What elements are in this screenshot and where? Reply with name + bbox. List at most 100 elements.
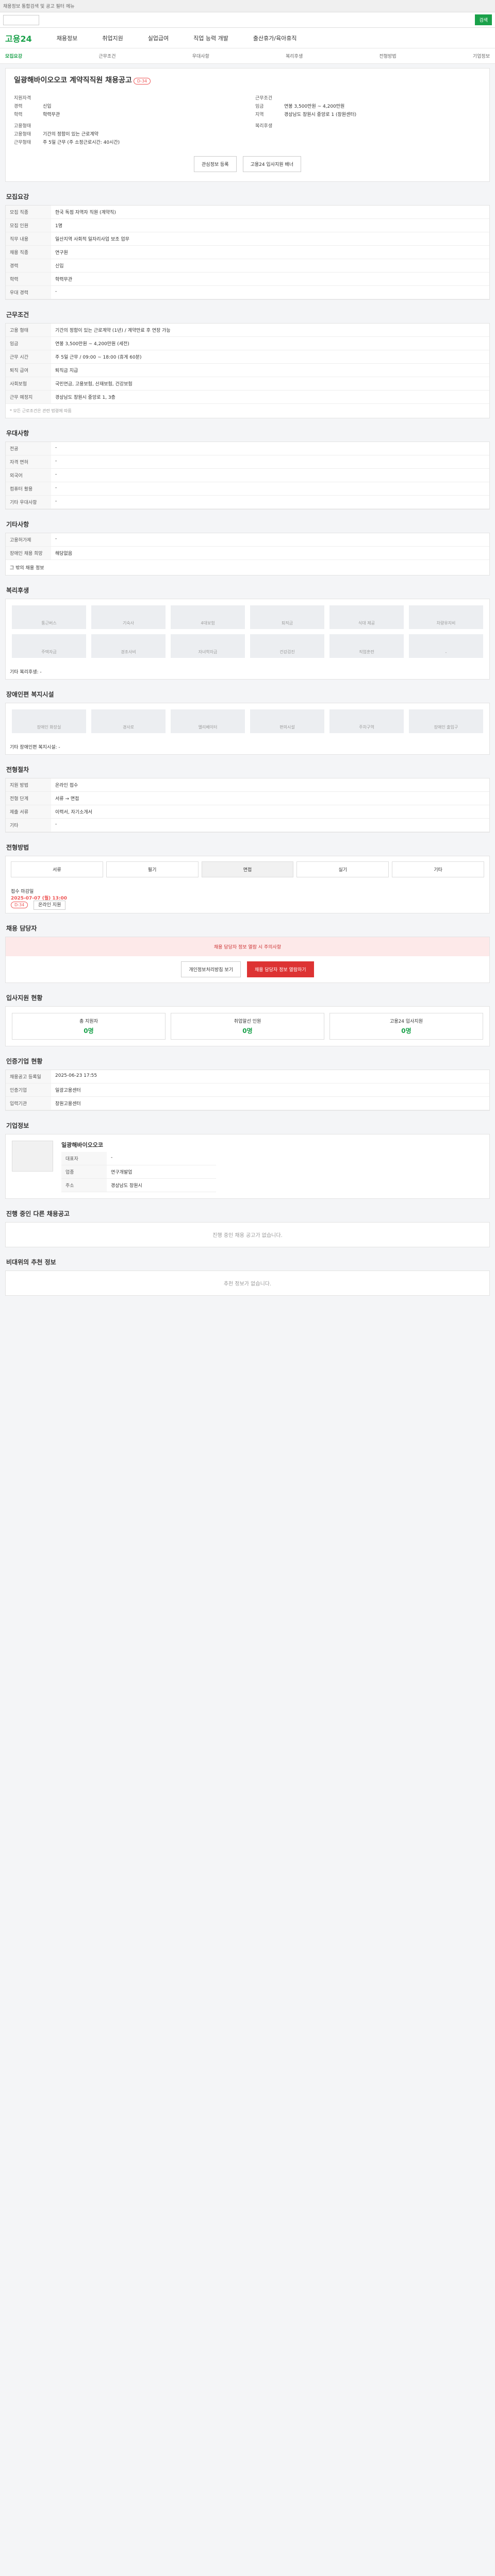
row-value: - <box>107 1152 216 1165</box>
logo[interactable]: 고용24 <box>5 32 32 44</box>
table-row: 임금 연봉 3,500만원 ~ 4,200만원 (세전) <box>6 336 489 350</box>
process-step: 면접 <box>201 861 294 877</box>
row-label: 기타 <box>6 818 51 832</box>
gnb-item[interactable]: 실업급여 <box>148 34 169 42</box>
row-label: 컴퓨터 활용 <box>6 482 51 496</box>
welfare-item: - <box>409 634 483 658</box>
deadline-date: 2025-07-07 (월) 13:00 <box>11 896 67 901</box>
disab-item: 편의시설 <box>250 709 324 733</box>
gnb-item[interactable]: 취업지원 <box>102 34 123 42</box>
etc-table: 고용허가제 - 장애인 채용 희망 해당없음 그 밖의 채용 정보 <box>5 533 490 575</box>
corp-card: 일광해바이오오코 대표자 - 업종 연구개발업 주소 경상남도 창원시 <box>5 1134 490 1199</box>
row-value: 경상남도 창원시 중앙로 1, 3층 <box>51 390 489 404</box>
row-value: 연봉 3,500만원 ~ 4,200만원 (세전) <box>51 336 489 350</box>
nearby-title: 비대위의 추천 정보 <box>6 1259 56 1266</box>
row-value: - <box>51 442 489 455</box>
search-button[interactable]: 검색 <box>475 14 492 25</box>
tab-recruit[interactable]: 모집요강 <box>5 53 22 59</box>
gnb-item[interactable]: 출산휴가/육아휴직 <box>253 34 297 42</box>
row-label: 전형 단계 <box>6 791 51 805</box>
rel-title: 진행 중인 다른 채용공고 <box>6 1210 70 1217</box>
mgr-title: 채용 담당자 <box>6 925 37 932</box>
table-row: 지원 방법 온라인 접수 <box>6 778 489 792</box>
row-label: 외국어 <box>6 468 51 482</box>
row-label: 근무 시간 <box>6 350 51 364</box>
row-value: - <box>51 533 489 547</box>
company-name: 일광해바이오오코 <box>61 1142 103 1148</box>
favorite-button[interactable]: 관심정보 등록 <box>194 156 237 172</box>
stat-label: 취업알선 인원 <box>234 1019 261 1024</box>
overview-value: 경상남도 창원시 중앙로 1 (창원센터) <box>284 112 357 117</box>
search-select[interactable] <box>3 14 39 25</box>
tab-work[interactable]: 근무조건 <box>98 53 116 59</box>
table-row: 자격 면허 - <box>6 455 489 469</box>
row-label: 고용 형태 <box>6 324 51 337</box>
stat-box: 고용24 입사지원 0명 <box>329 1013 483 1040</box>
info-table: 채용공고 등록일 2025-06-23 17:55 인증기업 일광고용센터 입력기관 창원… <box>5 1070 490 1111</box>
row-value: - <box>51 818 489 832</box>
apply-banner-button[interactable]: 고용24 입사지원 배너 <box>242 156 301 172</box>
overview-item: 고용형태 기간의 정함이 있는 근로계약 <box>14 130 240 139</box>
overview-label: 경력 <box>14 104 23 109</box>
section-tabs: 모집요강 근무조건 우대사항 복리후생 전형방법 기업정보 <box>0 48 495 64</box>
table-row: 사회보험 국민연금, 고용보험, 산재보험, 건강보험 <box>6 377 489 391</box>
privacy-button[interactable]: 개인정보처리방침 보기 <box>181 961 241 977</box>
welfare-item: 기숙사 <box>91 605 166 629</box>
row-label: 업종 <box>61 1165 107 1179</box>
deadline-dday: D-34 <box>11 902 28 908</box>
disab-item: 엘리베이터 <box>171 709 245 733</box>
stat-box: 취업알선 인원 0명 <box>171 1013 324 1040</box>
welfare-item: 자녀학자금 <box>171 634 245 658</box>
global-nav: 고용24 채용정보 취업지원 실업급여 직업 능력 개발 출산휴가/육아휴직 <box>0 28 495 48</box>
table-row: 경력 신입 <box>6 259 489 273</box>
overview-value: 주 5일 근무 (주 소정근로시간: 40시간) <box>43 140 120 145</box>
row-label: 퇴직 급여 <box>6 363 51 377</box>
row-value: 주 5일 근무 / 09:00 ~ 18:00 (휴게 60분) <box>51 350 489 364</box>
disab-grid: 장애인 화장실 경사로 엘리베이터 편의시설 주차구역 장애인 출입구 기타 장애인편 복… <box>5 703 490 755</box>
row-value: 2025-06-23 17:55 <box>51 1070 489 1083</box>
proc-card: 서류 필기 면접 실기 기타 접수 마감일 2025-07-07 (월) 13:00 D… <box>5 856 490 913</box>
online-apply-button[interactable]: 온라인 지원 <box>34 901 66 910</box>
corp-title: 기업정보 <box>6 1122 29 1129</box>
table-row: 인증기업 일광고용센터 <box>6 1083 489 1097</box>
table-row: 학력 학력무관 <box>6 272 489 286</box>
row-value: 창원고용센터 <box>51 1096 489 1110</box>
row-value: 기간의 정함이 있는 근로계약 (1년) / 계약만료 후 연장 가능 <box>51 324 489 337</box>
gnb-item[interactable]: 채용정보 <box>57 34 77 42</box>
recruit-title: 모집요강 <box>6 193 29 200</box>
tab-welfare[interactable]: 복리후생 <box>286 53 303 59</box>
stat-value: 0명 <box>242 1027 253 1035</box>
fee-table: 지원 방법 온라인 접수 전형 단계 서류 → 면접 제출 서류 이력서, 자기소개서 기타… <box>5 778 490 833</box>
table-row: 컴퓨터 활용 - <box>6 482 489 496</box>
search-bar: 검색 <box>0 12 495 28</box>
row-value: 신입 <box>51 259 489 273</box>
tab-process[interactable]: 전형방법 <box>380 53 397 59</box>
row-label: 인증기업 <box>6 1083 51 1097</box>
table-row: 직무 내용 일산지역 사회적 일자리사업 보조 업무 <box>6 232 489 246</box>
job-title: 일광해바이오오코 계약직직원 채용공고 <box>14 76 132 84</box>
row-value: 한국 독점 자역자 직원 (계약직) <box>51 206 489 219</box>
row-value: 일산지역 사회적 일자리사업 보조 업무 <box>51 232 489 246</box>
welfare-item: 경조사비 <box>91 634 166 658</box>
row-value: 경상남도 창원시 <box>107 1178 216 1192</box>
welfare-grid: 통근버스 기숙사 4대보험 퇴직금 식대 제공 차량유지비 주택자금 경조사비 자녀학자금 건강검… <box>5 599 490 680</box>
row-label: 제출 서류 <box>6 805 51 819</box>
row-value: - <box>51 482 489 496</box>
table-row: 입력기관 창원고용센터 <box>6 1096 489 1110</box>
table-row: 전공 - <box>6 442 489 455</box>
welfare-title: 복리후생 <box>6 587 29 594</box>
row-value: 해당없음 <box>51 546 489 560</box>
row-value: 이력서, 자기소개서 <box>51 805 489 819</box>
overview-item: 고용형태 <box>14 122 240 130</box>
tab-pref[interactable]: 우대사항 <box>192 53 209 59</box>
mgr-info-button[interactable]: 채용 담당자 정보 열람하기 <box>247 961 314 977</box>
fee-title: 전형절차 <box>6 766 29 773</box>
dday-badge: D-34 <box>133 78 151 84</box>
gnb-item[interactable]: 직업 능력 개발 <box>193 34 228 42</box>
tab-company[interactable]: 기업정보 <box>473 53 490 59</box>
overview-item: 복리후생 <box>255 122 481 130</box>
job-summary: 일광해바이오오코 계약직직원 채용공고 D-34 지원자격 경력 신입 학력 학력무관 고… <box>5 68 490 182</box>
disab-title: 장애인편 복지시설 <box>6 691 54 698</box>
overview-item: 경력 신입 <box>14 103 240 111</box>
row-label: 지원 방법 <box>6 778 51 792</box>
